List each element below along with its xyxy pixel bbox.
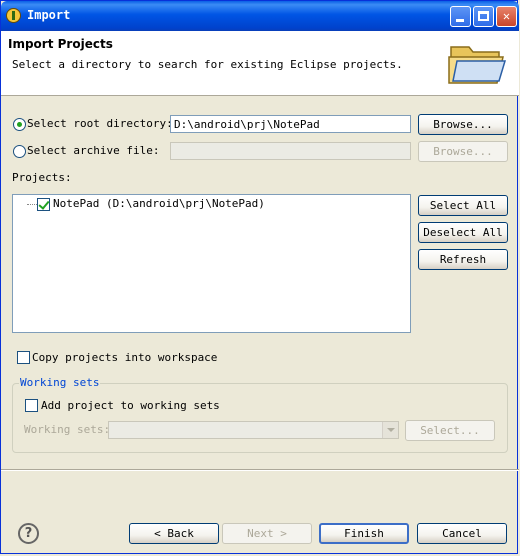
close-button[interactable]: ✕: [496, 6, 517, 27]
page-title: Import Projects: [8, 37, 113, 51]
title-bar[interactable]: Import ✕: [1, 1, 519, 31]
add-working-sets-checkbox[interactable]: [25, 399, 38, 412]
cancel-button[interactable]: Cancel: [417, 523, 507, 544]
archive-file-radio[interactable]: [13, 145, 26, 158]
archive-file-field[interactable]: [170, 142, 411, 160]
finish-button[interactable]: Finish: [319, 523, 409, 544]
project-checkbox[interactable]: [37, 198, 50, 211]
page-description: Select a directory to search for existin…: [12, 58, 403, 71]
archive-file-label[interactable]: Select archive file:: [27, 144, 159, 157]
working-sets-legend: Working sets: [19, 376, 101, 389]
project-label[interactable]: NotePad (D:\android\prj\NotePad): [53, 197, 265, 210]
copy-projects-label[interactable]: Copy projects into workspace: [32, 351, 217, 364]
footer-separator: [1, 469, 519, 471]
root-directory-field[interactable]: D:\android\prj\NotePad: [170, 115, 411, 133]
wizard-header: Import Projects Select a directory to se…: [1, 31, 519, 96]
help-icon[interactable]: ?: [18, 523, 39, 544]
minimize-icon: [456, 19, 464, 22]
import-dialog: Import ✕ Import Projects Select a direct…: [0, 0, 519, 554]
eclipse-icon: [6, 8, 21, 23]
list-item[interactable]: NotePad (D:\android\prj\NotePad): [13, 195, 410, 215]
root-directory-radio[interactable]: [13, 118, 26, 131]
working-sets-field-label: Working sets:: [24, 423, 111, 436]
working-sets-combo[interactable]: [108, 421, 399, 439]
maximize-icon: [478, 11, 489, 21]
browse-archive-button[interactable]: Browse...: [418, 141, 508, 162]
chevron-down-icon[interactable]: [382, 422, 398, 438]
browse-root-button[interactable]: Browse...: [418, 114, 508, 135]
back-button[interactable]: < Back: [129, 523, 219, 544]
maximize-button[interactable]: [473, 6, 494, 27]
next-button[interactable]: Next >: [222, 523, 312, 544]
working-sets-group: [12, 383, 508, 453]
window-title: Import: [27, 8, 71, 22]
select-working-sets-button[interactable]: Select...: [405, 420, 495, 441]
projects-label: Projects:: [12, 171, 72, 184]
copy-projects-checkbox[interactable]: [17, 351, 30, 364]
refresh-button[interactable]: Refresh: [418, 249, 508, 270]
projects-list[interactable]: NotePad (D:\android\prj\NotePad): [12, 194, 411, 333]
folder-banner-icon: [448, 46, 507, 84]
root-directory-label[interactable]: Select root directory:: [27, 117, 173, 130]
deselect-all-button[interactable]: Deselect All: [418, 222, 508, 243]
select-all-button[interactable]: Select All: [418, 195, 508, 216]
add-working-sets-label[interactable]: Add project to working sets: [41, 399, 220, 412]
minimize-button[interactable]: [450, 6, 471, 27]
close-icon: ✕: [502, 9, 511, 23]
